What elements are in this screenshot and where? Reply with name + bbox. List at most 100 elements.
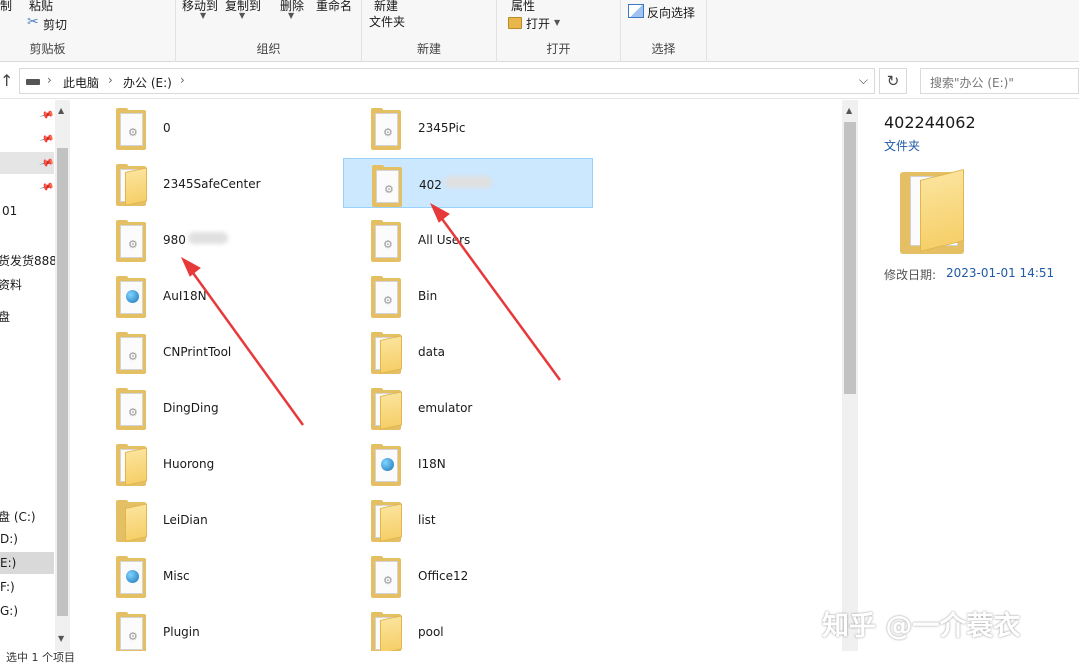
- nav-scrollbar-thumb[interactable]: [57, 148, 68, 616]
- ribbon-group-label-open: 打开: [546, 42, 571, 56]
- open-icon: [508, 17, 522, 29]
- new-item-button[interactable]: 新建: [374, 0, 398, 14]
- redacted-text: [188, 232, 228, 244]
- nav-item-drive-c[interactable]: 盘 (C:): [0, 508, 36, 525]
- ribbon-group-open: 属性 打开 ▼ 打开: [497, 0, 621, 62]
- details-type: 文件夹: [884, 139, 921, 153]
- file-item[interactable]: ⚙ CNPrintTool: [88, 326, 338, 376]
- ribbon-group-label-new: 新建: [416, 42, 441, 56]
- nav-item-drive-g[interactable]: G:): [0, 604, 18, 618]
- file-item[interactable]: I18N: [343, 438, 593, 488]
- chevron-right-icon[interactable]: ›: [108, 73, 113, 87]
- chevron-down-icon: ▼: [200, 11, 207, 20]
- file-item[interactable]: ⚙ DingDing: [88, 382, 338, 432]
- ribbon-group-organize: 移动到 ▼ 复制到 ▼ 删除 ▼ 重命名 组织: [176, 0, 362, 62]
- scroll-down-icon[interactable]: ▼: [58, 634, 64, 643]
- file-item[interactable]: 2345SafeCenter: [88, 158, 338, 208]
- file-item[interactable]: ⚙ 402: [343, 158, 593, 208]
- file-name: LeiDian: [163, 513, 208, 527]
- large-folder-icon: ⚙: [900, 168, 970, 254]
- invert-selection-button[interactable]: 反向选择: [647, 4, 695, 21]
- file-name: Huorong: [163, 457, 215, 471]
- paste-button[interactable]: 粘贴: [29, 0, 53, 14]
- ribbon-group-label-select: 选择: [651, 42, 676, 56]
- file-item[interactable]: ⚙ Bin: [343, 270, 593, 320]
- chevron-down-icon: ▼: [554, 18, 561, 27]
- ribbon-group-label-clipboard: 剪贴板: [29, 42, 66, 56]
- gear-folder-icon: ⚙: [116, 332, 148, 374]
- status-selection-count: 选中 1 个项目: [6, 651, 75, 664]
- address-bar[interactable]: › 此电脑 › 办公 (E:) › ⌵: [19, 68, 875, 94]
- gear-folder-icon: ⚙: [116, 108, 148, 150]
- scroll-up-icon[interactable]: ▲: [58, 106, 64, 115]
- file-item[interactable]: LeiDian: [88, 494, 338, 544]
- file-list: ⚙ 0 ⚙ 2345Pic 2345SafeCenter ⚙ 402 ⚙ 980 ⚙ All Use…: [71, 100, 841, 651]
- file-name: DingDing: [163, 401, 219, 415]
- file-item[interactable]: list: [343, 494, 593, 544]
- file-list-scrollbar-thumb[interactable]: [844, 122, 856, 394]
- nav-item[interactable]: 01: [2, 204, 17, 218]
- chevron-right-icon[interactable]: ›: [47, 73, 52, 87]
- file-item[interactable]: ⚙ Office12: [343, 550, 593, 600]
- new-folder-button[interactable]: 文件夹: [369, 13, 405, 30]
- file-name: 0: [163, 121, 171, 135]
- details-title: 402244062: [884, 113, 976, 132]
- file-item[interactable]: ⚙ 0: [88, 102, 338, 152]
- pin-icon[interactable]: 📌: [38, 132, 54, 148]
- up-arrow-icon[interactable]: ↑: [0, 71, 13, 90]
- search-input[interactable]: 搜索"办公 (E:)": [920, 68, 1079, 94]
- nav-item[interactable]: 资料: [0, 276, 22, 293]
- file-item[interactable]: emulator: [343, 382, 593, 432]
- chevron-down-icon: ▼: [288, 11, 295, 20]
- rename-button[interactable]: 重命名: [316, 0, 352, 14]
- file-name: All Users: [418, 233, 471, 247]
- pin-icon[interactable]: 📌: [38, 108, 54, 124]
- refresh-button[interactable]: ↻: [879, 68, 907, 94]
- file-name: Plugin: [163, 625, 200, 639]
- file-item[interactable]: Huorong: [88, 438, 338, 488]
- file-name: CNPrintTool: [163, 345, 232, 359]
- scroll-up-icon[interactable]: ▲: [846, 106, 852, 115]
- file-item[interactable]: ⚙ 2345Pic: [343, 102, 593, 152]
- open-button[interactable]: 打开: [526, 15, 550, 32]
- file-name: Bin: [418, 289, 438, 303]
- file-name: data: [418, 345, 446, 359]
- refresh-icon: ↻: [886, 72, 900, 90]
- nav-scrollbar[interactable]: ▲ ▼: [55, 100, 70, 651]
- folder-icon: [116, 444, 148, 486]
- breadcrumb-drive-e[interactable]: 办公 (E:): [123, 74, 172, 91]
- cut-button[interactable]: 剪切: [43, 16, 67, 33]
- file-name: Misc: [163, 569, 190, 583]
- navigation-pane: 📌 📌 📌 📌 01 货发货8886 资料 盘 盘 (C:) D:) E:) F…: [0, 100, 70, 651]
- gear-folder-icon: ⚙: [371, 276, 403, 318]
- ribbon-group-label-organize: 组织: [256, 42, 281, 56]
- folder-icon: [371, 332, 403, 374]
- nav-item-drive-d[interactable]: D:): [0, 532, 18, 546]
- properties-button[interactable]: 属性: [511, 0, 535, 14]
- file-item[interactable]: pool: [343, 606, 593, 651]
- file-item[interactable]: ⚙ Plugin: [88, 606, 338, 651]
- status-bar: 选中 1 个项目: [0, 651, 1079, 664]
- chevron-right-icon[interactable]: ›: [180, 73, 185, 87]
- chevron-down-icon: ▼: [239, 11, 246, 20]
- breadcrumb-this-pc[interactable]: 此电脑: [63, 74, 99, 91]
- file-item[interactable]: ⚙ All Users: [343, 214, 593, 264]
- file-item[interactable]: Misc: [88, 550, 338, 600]
- file-list-scrollbar[interactable]: ▲: [842, 100, 858, 651]
- details-pane: 402244062 文件夹 ⚙ 修改日期: 2023-01-01 14:51: [868, 100, 1079, 651]
- cut-partial-label[interactable]: 制: [0, 0, 12, 14]
- folder-icon: [371, 388, 403, 430]
- ribbon-group-new: 新建 文件夹 新建: [362, 0, 497, 62]
- nav-item-drive-f[interactable]: F:): [0, 580, 15, 594]
- folder-icon: [371, 612, 403, 651]
- folder-icon: [116, 164, 148, 206]
- file-item[interactable]: AuI18N: [88, 270, 338, 320]
- pin-icon[interactable]: 📌: [38, 180, 54, 196]
- nav-item[interactable]: 盘: [0, 308, 10, 325]
- file-item[interactable]: data: [343, 326, 593, 376]
- file-name: pool: [418, 625, 444, 639]
- file-item[interactable]: ⚙ 980: [88, 214, 338, 264]
- chevron-down-icon[interactable]: ⌵: [859, 73, 868, 88]
- gear-folder-icon: ⚙: [371, 220, 403, 262]
- nav-item-drive-e[interactable]: E:): [0, 556, 16, 570]
